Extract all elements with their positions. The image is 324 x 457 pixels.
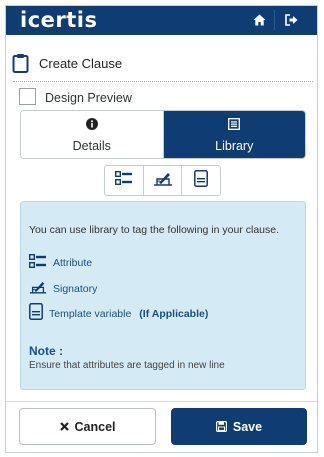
save-button[interactable]: Save — [171, 408, 307, 445]
tab-library[interactable]: Library — [163, 111, 305, 158]
insert-template-variable-button[interactable] — [182, 166, 220, 195]
design-preview-checkbox[interactable] — [19, 88, 36, 105]
library-item-label: Template variable — [49, 308, 132, 320]
library-item-signatory: Signatory — [29, 280, 97, 298]
attribute-icon — [28, 253, 47, 273]
design-preview-label[interactable]: Design Preview — [45, 91, 132, 105]
signatory-icon — [153, 170, 173, 191]
home-icon[interactable] — [249, 10, 269, 30]
page-title: Create Clause — [39, 56, 123, 71]
sign-out-icon[interactable] — [281, 10, 301, 30]
floppy-disk-icon — [215, 421, 227, 432]
list-box-icon — [228, 117, 241, 135]
footer-divider — [6, 401, 317, 402]
title-divider — [13, 81, 313, 82]
library-intro-text: You can use library to tag the following… — [29, 224, 280, 236]
signatory-icon — [29, 279, 47, 299]
library-item-label: Signatory — [53, 283, 98, 295]
app-logo: icertis — [20, 8, 98, 32]
tab-details[interactable]: Details — [21, 111, 164, 158]
note-text: Ensure that attributes are tagged in new… — [29, 360, 225, 371]
cancel-button[interactable]: Cancel — [19, 408, 156, 445]
tab-library-label: Library — [215, 138, 254, 153]
library-item-label: Attribute — [53, 257, 93, 269]
close-icon — [59, 422, 69, 431]
insert-signatory-button[interactable] — [144, 166, 183, 195]
save-button-label: Save — [232, 419, 263, 434]
clause-panel: icertis Create Clause Design Preview Det… — [5, 5, 318, 453]
template-variable-icon — [194, 169, 209, 192]
cancel-button-label: Cancel — [74, 419, 116, 434]
template-variable-icon — [29, 303, 43, 325]
library-item-template-variable: Template variable (If Applicable) — [29, 303, 209, 325]
note-title: Note : — [29, 344, 63, 358]
top-bar: icertis — [6, 6, 317, 35]
insert-attribute-button[interactable] — [105, 166, 144, 195]
clipboard-icon — [12, 53, 29, 78]
info-circle-icon — [85, 117, 98, 135]
page-title-row: Create Clause — [6, 50, 317, 78]
library-item-note: (If Applicable) — [139, 308, 209, 320]
attribute-icon — [114, 170, 133, 190]
library-toolbar — [104, 165, 221, 196]
library-item-attribute: Attribute — [28, 253, 93, 273]
library-info-panel: You can use library to tag the following… — [20, 201, 306, 390]
header-divider — [274, 10, 275, 30]
tab-details-label: Details — [72, 138, 111, 153]
tab-group: Details Library — [20, 110, 306, 159]
